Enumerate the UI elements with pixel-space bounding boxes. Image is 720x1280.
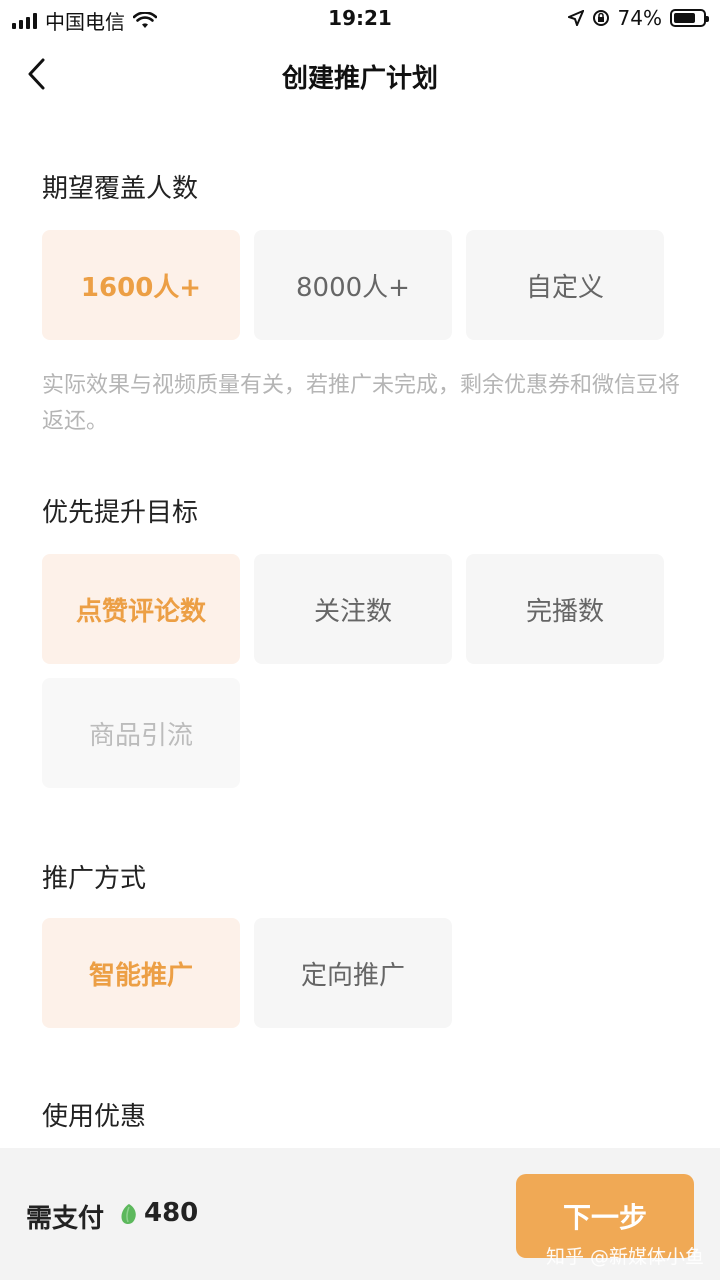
coverage-option-8000[interactable]: 8000人+ xyxy=(254,230,452,340)
coverage-note: 实际效果与视频质量有关，若推广未完成，剩余优惠券和微信豆将返还。 xyxy=(42,373,681,434)
status-bar: 中国电信 19:21 74% xyxy=(0,0,720,36)
page-title: 创建推广计划 xyxy=(281,64,438,94)
nav-bar: 创建推广计划 xyxy=(0,40,720,110)
goal-option-product-traffic: 商品引流 xyxy=(42,678,240,788)
status-right: 74% xyxy=(567,6,709,30)
watermark: 知乎 @新媒体小鱼 xyxy=(545,1246,704,1268)
coverage-section-title: 期望覆盖人数 xyxy=(42,174,199,204)
coverage-option-custom[interactable]: 自定义 xyxy=(466,230,664,340)
discount-section-title: 使用优惠 xyxy=(42,1102,147,1132)
method-option-smart[interactable]: 智能推广 xyxy=(42,918,240,1028)
goal-section-title: 优先提升目标 xyxy=(42,498,199,528)
coverage-option-1600[interactable]: 1600人+ xyxy=(42,230,240,340)
bottom-bar: 需支付 480 下一步 知乎 @新媒体小鱼 xyxy=(0,1148,720,1280)
rotation-lock-icon xyxy=(592,10,609,26)
method-section-title: 推广方式 xyxy=(42,864,147,894)
pay-amount: 480 xyxy=(144,1198,199,1228)
goal-option-follows[interactable]: 关注数 xyxy=(254,554,452,664)
method-option-targeted[interactable]: 定向推广 xyxy=(254,918,452,1028)
goal-option-likes-comments[interactable]: 点赞评论数 xyxy=(42,554,240,664)
goal-option-completion[interactable]: 完播数 xyxy=(466,554,664,664)
battery-icon xyxy=(670,9,709,27)
battery-percent: 74% xyxy=(617,6,662,30)
bean-icon xyxy=(121,1204,136,1225)
location-arrow-icon xyxy=(567,10,584,26)
page: 中国电信 19:21 74% 创建推广计划 期望覆盖人数 1600人+ 8000… xyxy=(0,0,720,1280)
pay-label: 需支付 xyxy=(26,1204,105,1234)
battery-fill xyxy=(674,13,695,23)
